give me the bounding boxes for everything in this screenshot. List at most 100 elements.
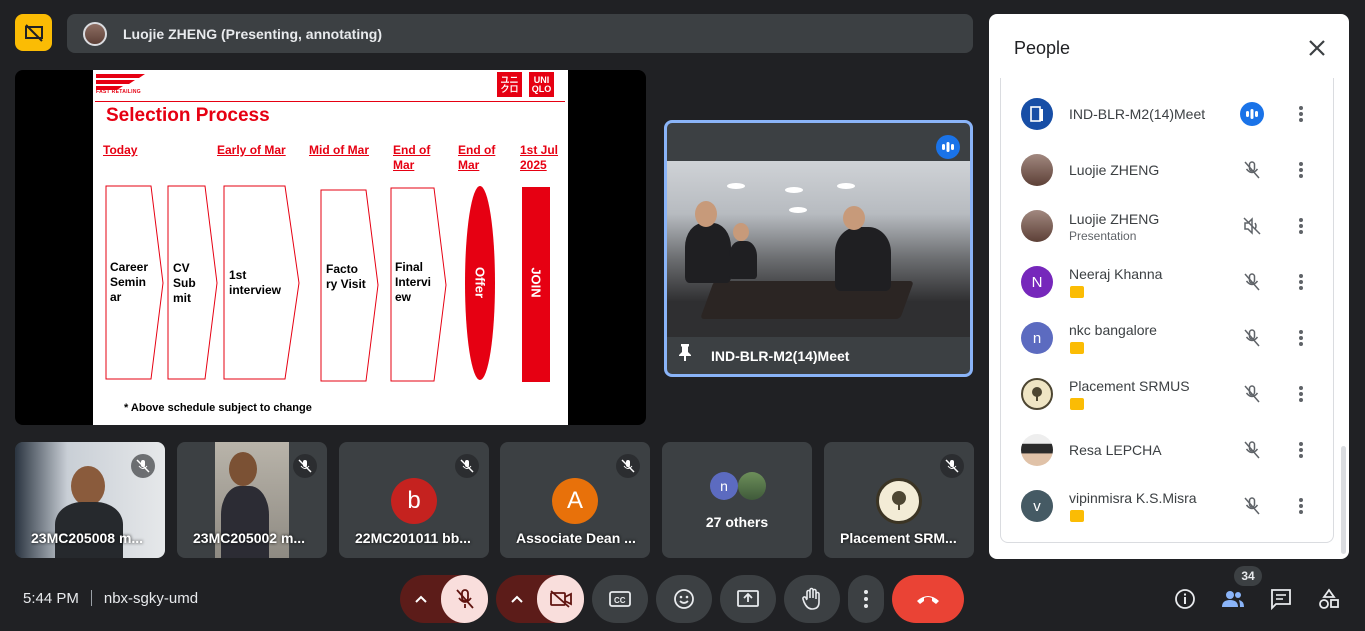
reactions-button[interactable] [656, 575, 712, 623]
stage-label: Facto ry Visit [326, 262, 366, 291]
mic-control-group [400, 575, 488, 623]
participant-row[interactable]: IND-BLR-M2(14)Meet [1001, 86, 1335, 142]
chat-button[interactable] [1268, 586, 1294, 612]
panel-title: People [1014, 38, 1071, 58]
people-count-badge: 34 [1234, 566, 1262, 586]
participant-tile[interactable]: b 22MC201011 bb... [339, 442, 489, 558]
participant-name: Associate Dean ... [516, 530, 636, 546]
more-vert-icon[interactable] [1293, 158, 1309, 182]
participant-name: vipinmisra K.S.Misra [1069, 490, 1197, 506]
presenter-bar: Luojie ZHENG (Presenting, annotating) [67, 14, 973, 53]
muted-mic-icon [940, 454, 964, 478]
others-avatar-photo [738, 472, 766, 500]
participant-avatar [1021, 210, 1053, 242]
others-avatar: n [710, 472, 738, 500]
stage-label: CV Sub mit [173, 261, 196, 305]
participant-name: Neeraj Khanna [1069, 266, 1163, 282]
more-vert-icon[interactable] [1293, 102, 1309, 126]
participant-row[interactable]: v vipinmisra K.S.Misra [1001, 478, 1335, 534]
raise-hand-button[interactable] [784, 575, 840, 623]
mic-toggle-button[interactable] [441, 575, 488, 623]
participant-name: Resa LEPCHA [1069, 442, 1162, 458]
meeting-details-button[interactable] [1172, 586, 1198, 612]
stage-label: 1st interview [229, 268, 282, 297]
participant-row[interactable]: n nkc bangalore [1001, 310, 1335, 366]
stage-label: Final Intervi ew [395, 260, 432, 304]
presenter-status: Luojie ZHENG (Presenting, annotating) [123, 25, 382, 42]
chat-icon [1271, 589, 1291, 610]
presenter-avatar [83, 21, 107, 46]
present-button[interactable] [720, 575, 776, 623]
participant-name: 23MC205002 m... [193, 530, 306, 546]
featured-participant-tile[interactable]: IND-BLR-M2(14)Meet [664, 120, 973, 377]
muted-mic-icon [131, 454, 155, 478]
participant-list-scrollbar[interactable] [1341, 446, 1346, 554]
more-vert-icon[interactable] [1293, 214, 1309, 238]
camera-off-icon [549, 590, 572, 608]
captions-button[interactable]: CC [592, 575, 648, 623]
speaking-indicator-icon [936, 135, 960, 159]
participant-tile[interactable]: A Associate Dean ... [500, 442, 650, 558]
stage-label: Career Semin ar [110, 260, 149, 304]
people-icon [1222, 591, 1244, 607]
people-panel: People IND-BLR-M2(14)Meet Luojie ZHENG L… [989, 14, 1349, 559]
audio-options-button[interactable] [400, 595, 441, 603]
people-button[interactable] [1220, 586, 1246, 612]
meeting-code: nbx-sgky-umd [103, 590, 199, 607]
hand-icon [802, 587, 820, 610]
mic-off-icon [1240, 438, 1264, 462]
more-vert-icon[interactable] [1293, 382, 1309, 406]
more-vert-icon[interactable] [1293, 438, 1309, 462]
participant-row[interactable]: Luojie ZHENG Presentation [1001, 198, 1335, 254]
presentation-toggle-icon[interactable] [15, 14, 52, 51]
muted-mic-icon [616, 454, 640, 478]
emoji-icon [674, 589, 694, 609]
mic-off-icon [1240, 158, 1264, 182]
stage-heading: End of Mar [393, 143, 431, 172]
mic-off-icon [1240, 326, 1264, 350]
participant-avatar [1021, 378, 1053, 410]
more-vert-icon[interactable] [1293, 270, 1309, 294]
muted-mic-icon [293, 454, 317, 478]
participant-tile[interactable]: Placement SRM... [824, 442, 974, 558]
brand-left: FAST RETAILING [96, 89, 141, 95]
presenting-off-badge-icon [1070, 510, 1084, 522]
close-icon[interactable] [1305, 36, 1329, 60]
others-count: 27 others [705, 514, 769, 530]
participant-name: Placement SRMUS [1069, 378, 1190, 394]
stage-label: JOIN [528, 267, 544, 298]
camera-toggle-button[interactable] [537, 575, 584, 623]
participant-tile[interactable]: 23MC205002 m... [177, 442, 327, 558]
stage-label: Offer [472, 266, 488, 299]
stage-heading: Early of Mar [217, 143, 286, 157]
hang-up-icon [917, 596, 939, 604]
others-tile[interactable]: n 27 others [662, 442, 812, 558]
stage-heading: Today [103, 143, 138, 157]
muted-mic-icon [455, 454, 479, 478]
participant-row[interactable]: Resa LEPCHA [1001, 422, 1335, 478]
participant-row[interactable]: Luojie ZHENG [1001, 142, 1335, 198]
participant-avatar [1021, 154, 1053, 186]
participant-name: 22MC201011 bb... [355, 530, 471, 546]
meeting-info: 5:44 PM nbx-sgky-umd [23, 590, 198, 607]
more-vert-icon[interactable] [1293, 494, 1309, 518]
leave-call-button[interactable] [892, 575, 964, 623]
activities-button[interactable] [1316, 586, 1342, 612]
participant-avatar: N [1021, 266, 1053, 298]
chevron-up-icon [510, 595, 523, 603]
participant-tile[interactable]: 23MC205008 m... [15, 442, 165, 558]
more-options-button[interactable] [848, 575, 884, 623]
presenting-off-badge-icon [1070, 398, 1084, 410]
participant-row[interactable]: Placement SRMUS [1001, 366, 1335, 422]
participant-avatar [1021, 434, 1053, 466]
header-divider [95, 101, 565, 102]
participant-row[interactable]: N Neeraj Khanna [1001, 254, 1335, 310]
video-options-button[interactable] [496, 595, 537, 603]
participant-avatar: A [552, 478, 598, 524]
more-vert-icon[interactable] [1293, 326, 1309, 350]
info-icon [1175, 589, 1195, 609]
slide-note: * Above schedule subject to change [124, 402, 312, 414]
participant-name: nkc bangalore [1069, 322, 1157, 338]
mic-off-icon [455, 589, 474, 609]
pin-icon[interactable] [677, 343, 693, 366]
